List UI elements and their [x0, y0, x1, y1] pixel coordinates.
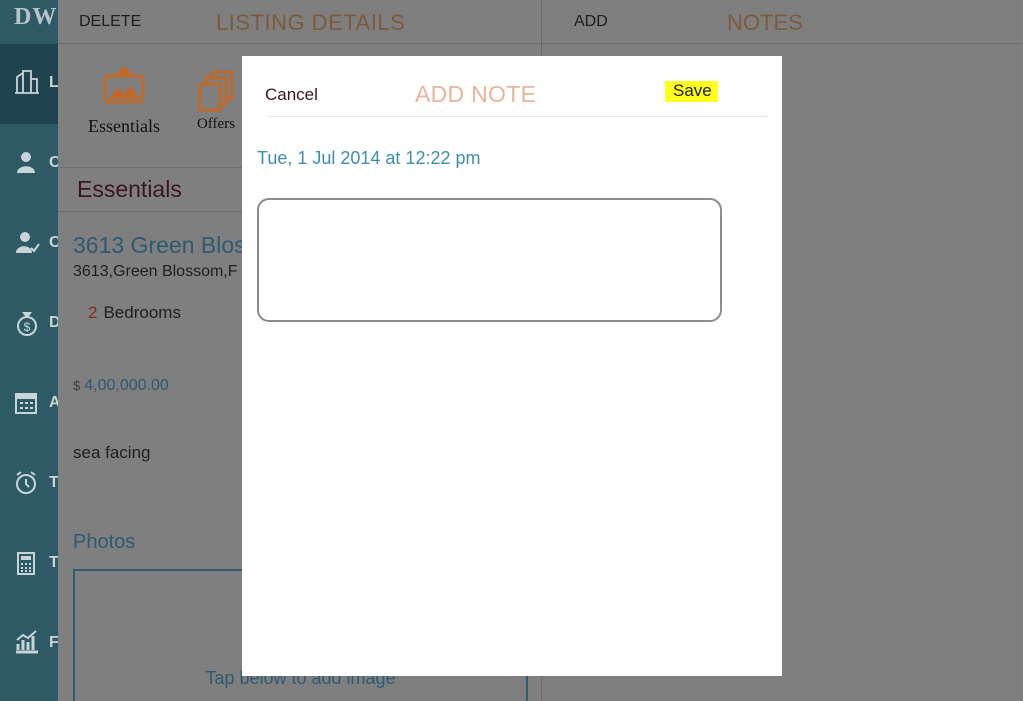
sidebar-item-appointments[interactable]: A	[0, 364, 58, 444]
currency-symbol: $	[73, 378, 81, 393]
sidebar-item-label: A	[49, 394, 58, 411]
sidebar-item-label: L	[49, 74, 58, 91]
bedrooms-label: Bedrooms	[103, 303, 181, 322]
delete-button[interactable]: DELETE	[79, 13, 141, 31]
category-label: Essentials	[88, 116, 160, 136]
brand-logo: DW	[14, 4, 58, 30]
house-picture-icon	[103, 66, 145, 104]
dollar-icon: $	[17, 312, 37, 336]
save-button[interactable]: Save	[665, 81, 718, 102]
note-date[interactable]: Tue, 1 Jul 2014 at 12:22 pm	[257, 148, 480, 169]
calendar-icon	[15, 393, 37, 414]
sidebar-item-deals[interactable]: $ D	[0, 284, 58, 364]
sidebar: DW L C C $ D A T T F	[0, 0, 58, 701]
cancel-button[interactable]: Cancel	[265, 85, 318, 105]
section-title: Essentials	[77, 176, 182, 202]
buildings-icon	[15, 70, 39, 94]
svg-text:$: $	[24, 320, 31, 334]
property-description: sea facing	[73, 443, 151, 462]
alarm-clock-icon	[16, 471, 36, 494]
sidebar-item-finance[interactable]: F	[0, 604, 58, 684]
category-offers[interactable]: Offers	[192, 70, 240, 133]
listing-details-title: LISTING DETAILS	[216, 10, 406, 35]
price-row: $4,00,000.00	[73, 377, 169, 395]
add-note-button[interactable]: ADD	[574, 13, 608, 31]
sidebar-item-listings[interactable]: L	[0, 44, 58, 124]
sidebar-item-clients[interactable]: C	[0, 204, 58, 284]
divider	[267, 116, 767, 117]
note-text-input[interactable]	[257, 198, 722, 322]
person-check-icon	[16, 232, 40, 253]
sidebar-item-label: F	[49, 634, 58, 651]
sidebar-item-label: C	[49, 154, 58, 171]
sidebar-item-tasks[interactable]: T	[0, 444, 58, 524]
notes-toolbar: ADD NOTES	[542, 0, 1023, 44]
add-note-modal: Cancel ADD NOTE Save Tue, 1 Jul 2014 at …	[242, 56, 782, 676]
listing-toolbar: DELETE LISTING DETAILS	[58, 0, 540, 44]
photos-title: Photos	[73, 531, 136, 553]
bedrooms-count: 2	[88, 303, 98, 322]
sidebar-item-label: D	[49, 314, 58, 331]
property-address: 3613,Green Blossom,F	[73, 263, 238, 280]
calculator-icon	[17, 552, 35, 575]
person-icon	[17, 152, 35, 173]
sidebar-item-contacts[interactable]: C	[0, 124, 58, 204]
bedrooms-row: 2 Bedrooms	[88, 303, 181, 323]
sidebar-item-label: To	[49, 554, 58, 571]
sidebar-item-label: C	[49, 234, 58, 251]
price-value: 4,00,000.00	[84, 377, 169, 394]
category-label: Offers	[196, 116, 236, 132]
sidebar-item-label: T	[49, 474, 58, 491]
notes-title: NOTES	[727, 10, 803, 35]
modal-title: ADD NOTE	[415, 81, 537, 107]
sidebar-item-tools[interactable]: To	[0, 524, 58, 604]
stacked-documents-icon	[198, 70, 234, 112]
chart-icon	[16, 630, 38, 654]
category-essentials[interactable]: Essentials	[84, 64, 164, 137]
